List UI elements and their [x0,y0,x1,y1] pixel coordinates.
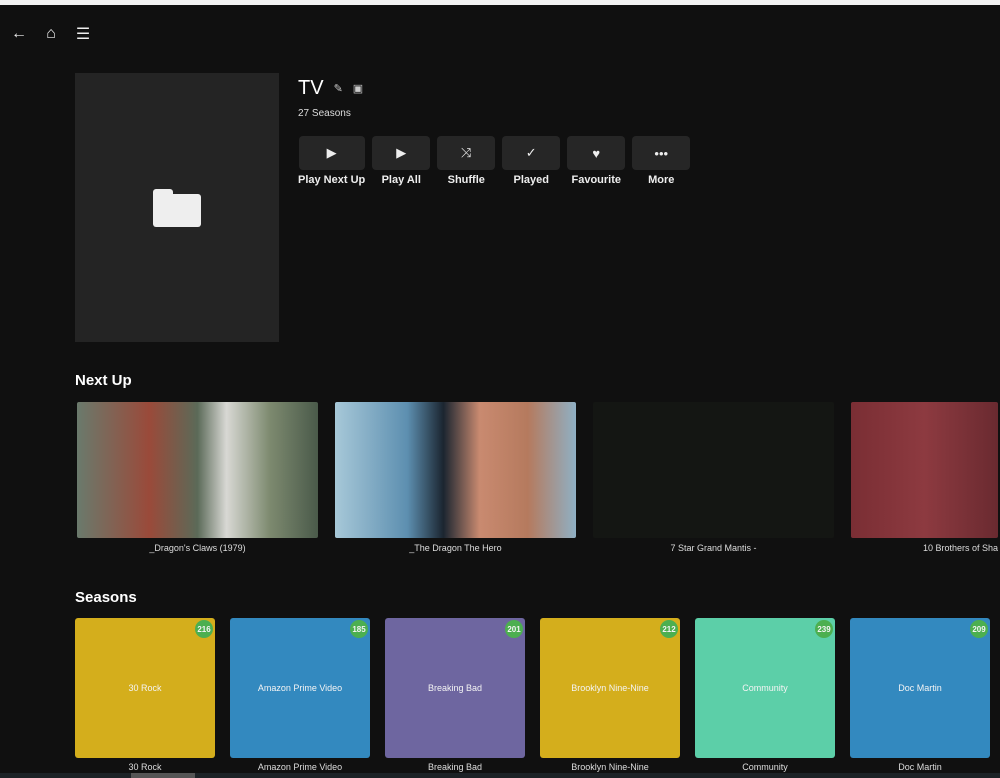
next-up-card[interactable]: 7 Star Grand Mantis - [593,402,834,553]
season-tile: Doc Martin 209 [850,618,990,758]
season-title: Brooklyn Nine-Nine [571,762,649,772]
seasons-heading: Seasons [75,589,137,606]
heart-icon: ♥ [567,136,626,170]
more-dots-icon: ••• [632,136,691,170]
next-up-card[interactable]: 10 Brothers of Sha [851,402,998,553]
season-card[interactable]: 30 Rock 216 30 Rock [75,618,215,772]
title-text: TV [298,77,324,99]
button-label: Shuffle [447,174,485,186]
home-icon[interactable]: ⌂ [42,24,60,44]
next-up-card[interactable]: _The Dragon The Hero [335,402,576,553]
episode-thumbnail [851,402,998,538]
season-tile: Breaking Bad 201 [385,618,525,758]
season-title: Breaking Bad [427,762,483,772]
episode-title: 10 Brothers of Sha [922,543,998,553]
season-tile-name: Doc Martin [898,683,942,693]
play-icon: ▶ [298,136,365,170]
check-icon: ✓ [502,136,561,170]
scrollbar-thumb[interactable] [131,773,195,778]
episode-title: _Dragon's Claws (1979) [149,543,246,553]
season-tile-name: Breaking Bad [427,683,483,693]
season-card[interactable]: Doc Martin 209 Doc Martin [850,618,990,772]
button-label: Play Next Up [298,174,366,186]
edit-pencil-icon[interactable]: ✎ [334,82,343,95]
episode-thumbnail [77,402,318,538]
play-all-button[interactable]: ▶ Play All [372,136,431,186]
season-card[interactable]: Breaking Bad 201 Breaking Bad [385,618,525,772]
next-up-card[interactable]: _Dragon's Claws (1979) [77,402,318,553]
shuffle-button[interactable]: ⤨ Shuffle [437,136,496,186]
folder-icon [153,188,201,227]
season-card[interactable]: Community 239 Community [695,618,835,772]
season-card[interactable]: Brooklyn Nine-Nine 212 Brooklyn Nine-Nine [540,618,680,772]
season-tile-name: Amazon Prime Video [257,683,343,693]
unplayed-count-badge: 216 [195,620,213,638]
season-tile-name: 30 Rock [128,683,162,693]
episode-thumbnail [593,402,834,538]
action-bar: ▶ Play Next Up ▶ Play All ⤨ Shuffle ✓ Played… [298,136,691,186]
episode-title: _The Dragon The Hero [409,543,502,553]
image-icon[interactable]: ▣ [353,82,363,95]
button-label: Favourite [571,174,621,186]
more-button[interactable]: ••• More [632,136,691,186]
poster [75,73,279,342]
unplayed-count-badge: 239 [815,620,833,638]
season-title: Community [742,762,788,772]
season-title: Doc Martin [898,762,942,772]
button-label: Play All [381,174,421,186]
button-label: Played [513,174,549,186]
play-icon: ▶ [372,136,431,170]
next-up-row: _Dragon's Claws (1979) _The Dragon The H… [77,402,998,553]
season-tile: Community 239 [695,618,835,758]
button-label: More [648,174,675,186]
episode-title: 7 Star Grand Mantis - [670,543,757,553]
season-tile: Brooklyn Nine-Nine 212 [540,618,680,758]
season-tile-name: Community [742,683,788,693]
header-nav: ← ⌂ ☰ [10,24,92,44]
unplayed-count-badge: 209 [970,620,988,638]
season-tile: Amazon Prime Video 185 [230,618,370,758]
seasons-row: 30 Rock 216 30 Rock Amazon Prime Video 185 Am… [75,618,990,772]
season-count: 27 Seasons [298,108,351,119]
season-card[interactable]: Amazon Prime Video 185 Amazon Prime Video [230,618,370,772]
play-next-up-button[interactable]: ▶ Play Next Up [298,136,365,186]
page-title: TV ✎ ▣ [298,77,363,100]
season-title: Amazon Prime Video [257,762,343,772]
back-arrow-icon[interactable]: ← [10,24,28,44]
played-button[interactable]: ✓ Played [502,136,561,186]
window-top-edge [0,0,1000,5]
episode-thumbnail [335,402,576,538]
menu-icon[interactable]: ☰ [74,24,92,44]
unplayed-count-badge: 212 [660,620,678,638]
season-tile-name: Brooklyn Nine-Nine [571,683,649,693]
unplayed-count-badge: 201 [505,620,523,638]
season-title: 30 Rock [128,762,162,772]
shuffle-icon: ⤨ [437,136,496,170]
favourite-button[interactable]: ♥ Favourite [567,136,626,186]
unplayed-count-badge: 185 [350,620,368,638]
next-up-heading: Next Up [75,372,132,389]
season-tile: 30 Rock 216 [75,618,215,758]
